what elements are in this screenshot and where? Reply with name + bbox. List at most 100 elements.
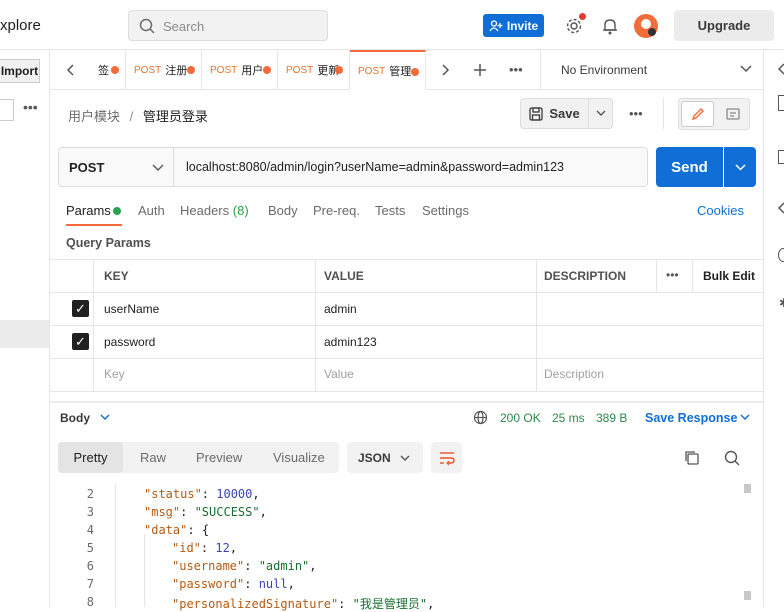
chevron-down-icon (596, 110, 605, 116)
breadcrumb-separator: / (129, 109, 134, 124)
docs-mode-button[interactable] (717, 101, 749, 127)
save-dropdown[interactable] (589, 98, 613, 129)
tab-1[interactable]: POST 注册 (126, 50, 202, 90)
upgrade-button[interactable]: Upgrade (674, 10, 774, 41)
response-body-tab[interactable]: Body (60, 411, 90, 425)
response-code-view[interactable]: 2 "status": 10000, 3 "msg": "SUCCESS", 4 "dat… (50, 484, 763, 611)
row-checkbox[interactable]: ✓ (72, 300, 89, 317)
avatar[interactable] (634, 14, 658, 38)
row-checkbox[interactable]: ✓ (72, 333, 89, 350)
response-view-tabs: Pretty Raw Preview Visualize (58, 442, 339, 473)
code-line: "personalizedSignature": "我是管理员", (172, 597, 435, 611)
edit-mode-button[interactable] (681, 101, 714, 127)
send-dropdown[interactable] (724, 147, 756, 187)
light-icon[interactable]: ✱ (779, 296, 784, 310)
bulk-edit-button[interactable]: Bulk Edit (703, 269, 755, 283)
chevron-down-icon[interactable] (100, 414, 110, 421)
tab-settings[interactable]: Settings (422, 203, 469, 218)
sidebar: Import ••• (0, 50, 50, 607)
response-time[interactable]: 25 ms (552, 411, 585, 425)
description-placeholder[interactable]: Description (544, 367, 604, 381)
sidebar-more-icon[interactable]: ••• (23, 99, 38, 115)
scrollbar-thumb[interactable] (744, 484, 751, 493)
params-active-dot (113, 207, 121, 215)
code-line: "username": "admin", (172, 559, 317, 573)
code-icon[interactable] (778, 202, 784, 214)
key-placeholder[interactable]: Key (104, 367, 125, 381)
search-icon[interactable] (724, 450, 740, 466)
info-icon[interactable] (778, 248, 784, 262)
url-input[interactable]: localhost:8080/admin/login?userName=admi… (186, 160, 564, 174)
value-placeholder[interactable]: Value (324, 367, 354, 381)
scrollbar-thumb-bottom[interactable] (744, 591, 751, 600)
globe-icon[interactable] (473, 410, 488, 425)
invite-button[interactable]: Invite (483, 14, 544, 37)
search-input[interactable]: Search (128, 10, 328, 41)
method-select[interactable]: POST (59, 148, 174, 186)
right-sidebar: ✱ (763, 50, 784, 607)
docs-icon[interactable] (778, 95, 784, 111)
tab-method: POST (358, 65, 386, 77)
tab-params[interactable]: Params (66, 203, 111, 218)
breadcrumb-parent[interactable]: 用户模块 (68, 109, 120, 124)
plus-icon[interactable] (473, 63, 487, 77)
tab-preview[interactable]: Preview (196, 450, 242, 465)
save-button[interactable]: Save (520, 98, 589, 129)
chevron-down-icon (734, 163, 746, 171)
invite-label: Invite (506, 18, 539, 33)
wrap-icon (439, 451, 455, 465)
request-more-icon[interactable]: ••• (629, 106, 643, 121)
bell-icon[interactable] (602, 17, 618, 35)
copy-icon[interactable] (684, 450, 699, 465)
active-tab-indicator (66, 224, 122, 226)
chevron-down-icon[interactable] (740, 414, 750, 421)
format-select[interactable]: JSON (347, 442, 423, 473)
chevron-right-icon[interactable] (440, 64, 450, 76)
collapse-icon[interactable] (778, 63, 784, 75)
page-title: 管理员登录 (142, 109, 208, 124)
settings-button[interactable] (565, 13, 586, 38)
headers-count: (8) (232, 203, 249, 218)
line-number: 5 (86, 541, 94, 555)
chevron-down-icon[interactable] (740, 65, 752, 73)
chevron-down-icon (400, 455, 410, 461)
code-line: "msg": "SUCCESS", (144, 505, 267, 519)
column-more-icon[interactable]: ••• (666, 268, 679, 282)
comment-icon (726, 108, 740, 120)
send-button[interactable]: Send (656, 147, 723, 187)
response-size[interactable]: 389 B (596, 411, 627, 425)
tab-2[interactable]: POST 用户 (202, 50, 278, 90)
tab-tests[interactable]: Tests (375, 203, 405, 218)
tab-name: 签 (98, 65, 109, 77)
breadcrumb: 用户模块 / 管理员登录 (68, 106, 208, 125)
param-key[interactable]: password (104, 335, 155, 349)
explore-link[interactable]: xplore (0, 17, 41, 34)
tabs-more-icon[interactable]: ••• (509, 62, 523, 77)
tab-headers[interactable]: Headers (8) (180, 203, 249, 218)
sidebar-item-selected[interactable] (0, 320, 49, 348)
tab-4[interactable]: POST 管理 (350, 50, 426, 90)
url-bar: POST localhost:8080/admin/login?userName… (58, 147, 648, 187)
tab-0[interactable]: 签 (90, 50, 126, 90)
line-number: 2 (86, 487, 94, 501)
param-value[interactable]: admin123 (324, 335, 377, 349)
status-code[interactable]: 200 OK (500, 411, 541, 425)
param-value[interactable]: admin (324, 302, 357, 316)
tab-raw[interactable]: Raw (140, 450, 166, 465)
comments-icon[interactable] (778, 150, 784, 164)
tab-auth[interactable]: Auth (138, 203, 165, 218)
save-response-button[interactable]: Save Response (645, 411, 737, 425)
param-key[interactable]: userName (104, 302, 159, 316)
cookies-link[interactable]: Cookies (697, 203, 744, 218)
tab-prereq[interactable]: Pre-req. (313, 203, 360, 218)
chevron-left-icon[interactable] (66, 64, 76, 76)
tab-visualize[interactable]: Visualize (273, 450, 325, 465)
tab-pretty[interactable]: Pretty (58, 442, 123, 473)
tab-body[interactable]: Body (268, 203, 298, 218)
wrap-lines-button[interactable] (431, 442, 462, 473)
import-button[interactable]: Import (0, 59, 40, 83)
tab-3[interactable]: POST 更新 (278, 50, 350, 90)
sidebar-filter-input[interactable] (0, 99, 14, 121)
headers-label: Headers (180, 203, 230, 218)
environment-selector[interactable]: No Environment (561, 63, 647, 77)
